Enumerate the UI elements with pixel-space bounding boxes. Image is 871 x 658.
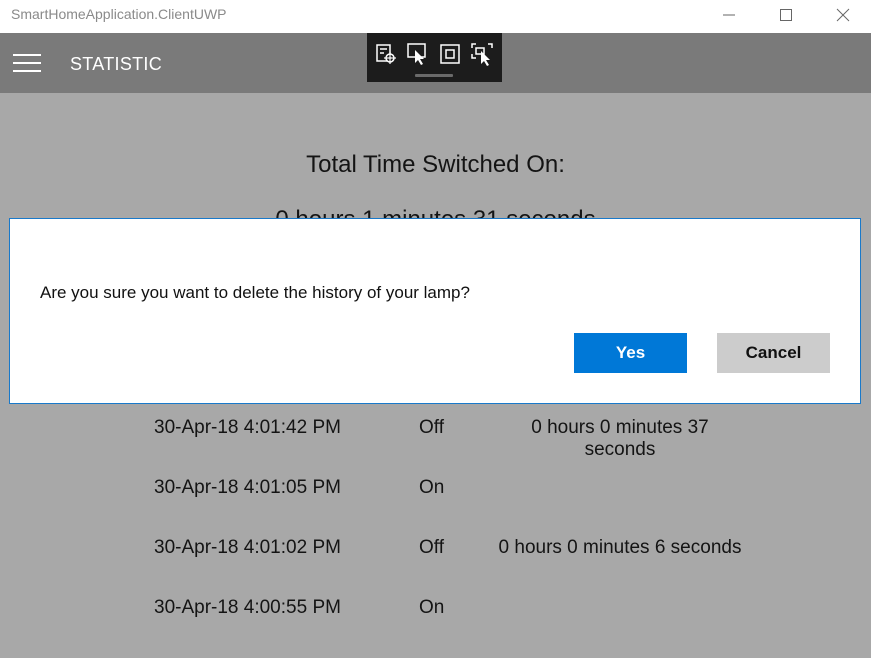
close-icon	[836, 8, 850, 22]
track-focused-element-icon[interactable]	[470, 42, 494, 66]
history-time: 30-Apr-18 4:00:55 PM	[154, 597, 341, 618]
history-row: 30-Apr-18 4:01:02 PM Off 0 hours 0 minut…	[0, 537, 871, 567]
cancel-button[interactable]: Cancel	[717, 333, 830, 373]
total-time-heading: Total Time Switched On:	[306, 151, 565, 178]
dialog-message: Are you sure you want to delete the hist…	[40, 283, 470, 302]
close-button[interactable]	[815, 0, 871, 30]
minimize-button[interactable]	[701, 0, 757, 30]
yes-button[interactable]: Yes	[574, 333, 687, 373]
history-state: Off	[419, 537, 444, 558]
history-state: On	[419, 477, 445, 498]
history-row: 30-Apr-18 4:01:42 PM Off 0 hours 0 minut…	[0, 417, 871, 460]
window-title: SmartHomeApplication.ClientUWP	[11, 6, 227, 22]
toolbar-drag-handle[interactable]	[415, 74, 453, 77]
history-time: 30-Apr-18 4:01:42 PM	[154, 417, 341, 438]
history-state: Off	[419, 417, 444, 438]
display-layout-adorners-icon[interactable]	[438, 42, 462, 66]
maximize-icon	[780, 9, 792, 21]
confirm-delete-dialog: Are you sure you want to delete the hist…	[9, 218, 861, 404]
maximize-button[interactable]	[758, 0, 814, 30]
live-visual-tree-icon[interactable]	[374, 42, 398, 66]
history-time: 30-Apr-18 4:01:05 PM	[154, 477, 341, 498]
hamburger-icon[interactable]	[13, 54, 41, 74]
history-time: 30-Apr-18 4:01:02 PM	[154, 537, 341, 558]
page-title: STATISTIC	[70, 54, 163, 74]
debug-toolbar	[367, 33, 502, 82]
history-row: 30-Apr-18 4:00:55 PM On	[0, 597, 871, 627]
history-duration: 0 hours 0 minutes 6 seconds	[498, 537, 742, 558]
history-duration: 0 hours 0 minutes 37 seconds	[531, 417, 709, 460]
minimize-icon	[723, 14, 735, 16]
history-state: On	[419, 597, 445, 618]
select-element-icon[interactable]	[406, 42, 430, 66]
window-titlebar: SmartHomeApplication.ClientUWP	[0, 0, 871, 33]
history-row: 30-Apr-18 4:01:05 PM On	[0, 477, 871, 507]
